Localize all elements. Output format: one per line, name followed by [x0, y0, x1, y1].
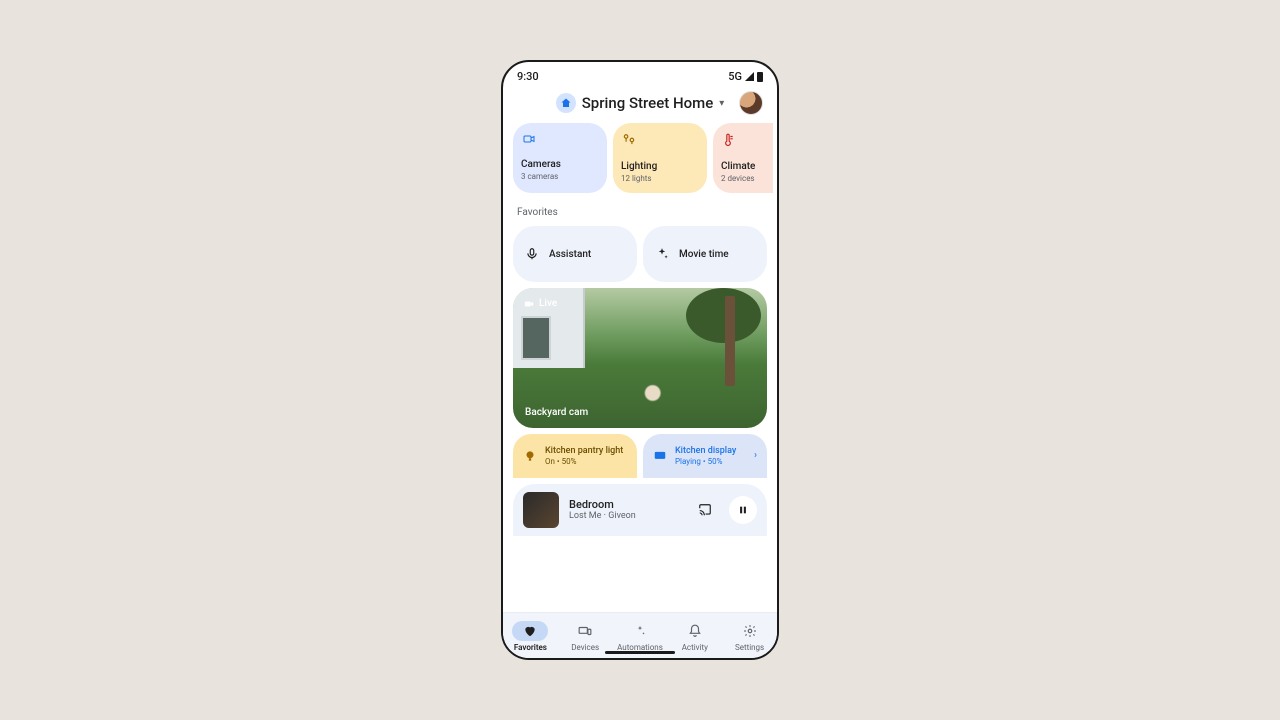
- tile-kitchen-display[interactable]: Kitchen display Playing • 50% ›: [643, 434, 767, 478]
- album-art: [523, 492, 559, 528]
- media-card[interactable]: Bedroom Lost Me · Giveon: [513, 484, 767, 536]
- chevron-right-icon: ›: [754, 450, 757, 461]
- tile-label: Assistant: [549, 249, 591, 260]
- climate-icon: [721, 133, 735, 147]
- avatar[interactable]: [739, 91, 763, 115]
- media-text: Bedroom Lost Me · Giveon: [569, 498, 681, 521]
- devices-icon: [578, 624, 592, 638]
- media-room: Bedroom: [569, 498, 681, 511]
- nav-automations[interactable]: Automations: [613, 621, 668, 652]
- nav-label: Settings: [735, 643, 764, 652]
- chip-lighting[interactable]: Lighting 12 lights: [613, 123, 707, 193]
- home-selector[interactable]: Spring Street Home ▾: [556, 93, 725, 113]
- chip-title: Lighting: [621, 161, 699, 172]
- header: Spring Street Home ▾: [503, 87, 777, 123]
- clock: 9:30: [517, 70, 539, 83]
- signal-icon: [745, 72, 754, 81]
- nav-label: Favorites: [514, 643, 547, 652]
- nav-activity[interactable]: Activity: [667, 621, 722, 652]
- nav-devices[interactable]: Devices: [558, 621, 613, 652]
- gear-icon: [743, 624, 757, 638]
- scroll-area[interactable]: Cameras 3 cameras Lighting 12 lights Cli…: [503, 123, 777, 612]
- tile-label: Movie time: [679, 249, 729, 260]
- category-chips-row[interactable]: Cameras 3 cameras Lighting 12 lights Cli…: [507, 123, 773, 205]
- chip-title: Cameras: [521, 159, 599, 170]
- status-right: 5G: [728, 70, 763, 83]
- nav-favorites[interactable]: Favorites: [503, 621, 558, 652]
- cast-button[interactable]: [691, 496, 719, 524]
- bell-icon: [688, 624, 702, 638]
- device-title: Kitchen pantry light: [545, 446, 623, 457]
- heart-icon: [523, 624, 537, 638]
- home-name: Spring Street Home: [582, 94, 714, 112]
- media-track: Lost Me · Giveon: [569, 511, 681, 521]
- cast-icon: [697, 503, 713, 517]
- tree-trunk: [725, 296, 735, 386]
- favorites-label: Favorites: [507, 205, 773, 226]
- live-label: Live: [539, 298, 557, 309]
- nav-label: Devices: [571, 643, 599, 652]
- nav-settings[interactable]: Settings: [722, 621, 777, 652]
- sparkle-icon: [655, 247, 669, 261]
- favorite-movie-time[interactable]: Movie time: [643, 226, 767, 282]
- chip-cameras[interactable]: Cameras 3 cameras: [513, 123, 607, 193]
- display-icon: [653, 449, 667, 463]
- pause-icon: [738, 505, 748, 515]
- favorite-assistant[interactable]: Assistant: [513, 226, 637, 282]
- phone-frame: 9:30 5G Spring Street Home ▾ Cameras 3 c…: [501, 60, 779, 660]
- device-sub: On • 50%: [545, 457, 623, 466]
- bulb-icon: [523, 449, 537, 463]
- chip-climate[interactable]: Climate 2 devices: [713, 123, 773, 193]
- pause-button[interactable]: [729, 496, 757, 524]
- device-sub: Playing • 50%: [675, 457, 736, 466]
- tree-canopy: [686, 288, 761, 343]
- live-badge: Live: [523, 298, 557, 309]
- device-title: Kitchen display: [675, 446, 736, 457]
- sparkle-icon: [633, 624, 647, 638]
- chip-title: Climate: [721, 161, 773, 172]
- lighting-icon: [621, 133, 637, 147]
- home-icon: [556, 93, 576, 113]
- camera-icon: [523, 299, 535, 309]
- camera-icon: [521, 133, 537, 145]
- mic-icon: [525, 247, 539, 261]
- chevron-down-icon: ▾: [719, 98, 724, 109]
- camera-card[interactable]: Live Backyard cam: [513, 288, 767, 428]
- chip-sub: 3 cameras: [521, 172, 599, 181]
- status-bar: 9:30 5G: [503, 62, 777, 87]
- tile-pantry-light[interactable]: Kitchen pantry light On • 50%: [513, 434, 637, 478]
- network-type: 5G: [728, 70, 742, 83]
- house-window: [521, 316, 551, 360]
- chip-sub: 12 lights: [621, 174, 699, 183]
- camera-name: Backyard cam: [525, 407, 588, 418]
- nav-label: Activity: [682, 643, 708, 652]
- device-row: Kitchen pantry light On • 50% Kitchen di…: [507, 434, 773, 478]
- nav-handle[interactable]: [605, 651, 675, 654]
- favorites-row: Assistant Movie time: [507, 226, 773, 288]
- battery-icon: [757, 72, 763, 82]
- chip-sub: 2 devices: [721, 174, 773, 183]
